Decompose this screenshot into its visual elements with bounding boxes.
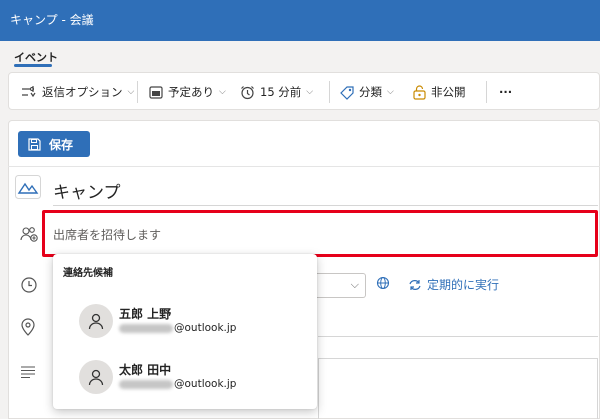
recurring-button[interactable]: 定期的に実行: [408, 276, 499, 293]
window-titlebar: キャンプ - 会議: [0, 0, 600, 41]
event-title-icon: [15, 175, 41, 199]
contact-email: @outlook.jp: [119, 378, 236, 390]
globe-icon[interactable]: [376, 276, 390, 290]
calendar-status-icon: [149, 86, 163, 99]
chevron-down-icon: ⌵: [219, 87, 226, 97]
avatar: [79, 360, 113, 394]
private-button[interactable]: 非公開: [413, 83, 466, 101]
contact-name: 五郎 上野: [119, 307, 172, 321]
recurring-label: 定期的に実行: [427, 278, 500, 292]
reply-options-label: 返信オプション: [42, 85, 123, 99]
title-underline: [53, 205, 598, 206]
suggestions-header: 連絡先候補: [63, 268, 113, 279]
location-underline: [318, 336, 598, 337]
tab-bar: イベント: [0, 41, 600, 69]
tab-event[interactable]: イベント: [14, 49, 58, 65]
ribbon-separator: [137, 81, 138, 103]
private-label: 非公開: [431, 85, 466, 99]
busy-status-button[interactable]: 予定あり ⌵: [149, 83, 226, 101]
invite-attendees-placeholder: 出席者を招待します: [53, 228, 162, 242]
form-divider: [8, 166, 600, 167]
save-button[interactable]: 保存: [18, 131, 90, 157]
ribbon-separator: [329, 81, 330, 103]
busy-status-label: 予定あり: [168, 85, 214, 99]
blurred-email-user: [119, 323, 173, 333]
chevron-down-icon: ⌵: [350, 278, 359, 291]
end-time-dropdown[interactable]: ⌵: [310, 273, 366, 298]
reminder-label: 15 分前: [260, 85, 302, 99]
more-options-label: ···: [499, 85, 513, 99]
save-label: 保存: [49, 137, 74, 152]
chevron-down-icon: ⌵: [387, 87, 394, 97]
categorize-button[interactable]: 分類 ⌵: [339, 83, 394, 101]
recurring-icon: [409, 279, 421, 290]
alarm-clock-icon: [241, 85, 254, 99]
reply-options-button[interactable]: 返信オプション ⌵: [21, 83, 134, 101]
contact-suggestion-item[interactable]: 五郎 上野 @outlook.jp: [79, 304, 309, 344]
contact-email-domain: @outlook.jp: [174, 322, 237, 334]
contact-email-domain: @outlook.jp: [174, 378, 237, 390]
attendees-icon: [20, 227, 38, 242]
body-text-icon: [21, 366, 35, 378]
window-title: キャンプ - 会議: [10, 13, 94, 27]
more-options-button[interactable]: ···: [499, 83, 512, 101]
ribbon-toolbar: 返信オプション ⌵ 予定あり ⌵ 15 分前 ⌵ 分類 ⌵ 非公開 ···: [8, 72, 600, 110]
reminder-button[interactable]: 15 分前 ⌵: [240, 83, 313, 101]
contact-email: @outlook.jp: [119, 322, 236, 334]
categorize-label: 分類: [359, 85, 382, 99]
chevron-down-icon: ⌵: [306, 87, 314, 97]
ribbon-separator: [486, 81, 487, 103]
clock-icon: [21, 277, 37, 293]
lock-icon: [413, 84, 426, 100]
person-icon: [88, 313, 104, 330]
save-icon: [28, 137, 41, 151]
avatar: [79, 304, 113, 338]
reply-options-icon: [22, 86, 36, 98]
tab-active-indicator: [14, 64, 52, 67]
person-icon: [88, 369, 104, 386]
contact-name: 太郎 田中: [119, 363, 172, 377]
tag-icon: [340, 85, 354, 100]
event-body-editor[interactable]: [318, 358, 598, 419]
location-icon: [21, 318, 35, 336]
contact-suggestion-item[interactable]: 太郎 田中 @outlook.jp: [79, 360, 309, 400]
blurred-email-user: [119, 379, 173, 389]
event-title[interactable]: キャンプ: [53, 178, 121, 203]
contact-suggestions-popup: 連絡先候補 五郎 上野 @outlook.jp 太郎 田中 @outlook.j…: [53, 254, 317, 409]
chevron-down-icon: ⌵: [127, 87, 135, 97]
